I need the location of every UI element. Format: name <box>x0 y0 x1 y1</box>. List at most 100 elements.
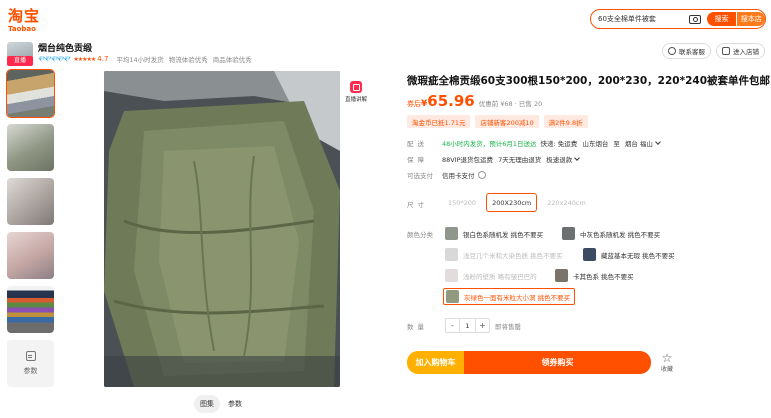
size-options: 150*200 200X230cm 220x240cm <box>443 193 596 212</box>
price-value: 65.96 <box>427 92 475 110</box>
coupon-tag[interactable]: 店铺新客200减10 <box>475 115 539 128</box>
size-option-selected[interactable]: 200X230cm <box>486 193 538 212</box>
guarantee-row: 保障 88VIP退货包运费 7天无理由退货 极速退款 <box>407 154 581 164</box>
chevron-down-icon[interactable] <box>655 139 661 145</box>
contact-service-label: 联系客服 <box>679 48 705 56</box>
shop-meta-shipping: 平均14小时发货 <box>116 56 164 64</box>
price-original-sold: 优惠前 ¥68 · 已售 20 <box>478 100 543 108</box>
params-icon <box>25 351 36 361</box>
live-badge[interactable]: 直播 <box>7 56 33 66</box>
color-swatch <box>583 248 596 261</box>
color-option-label: 灰绿色一面有米粒大小洞 挑色不要买 <box>464 293 571 302</box>
contact-service-button[interactable]: 联系客服 <box>662 43 711 59</box>
coupon-list: 淘金币已抵1.71元 店铺新客200减10 满2件9.8折 <box>407 115 593 128</box>
buy-with-coupon-button[interactable]: 领券购买 <box>464 351 651 374</box>
shipping-origin: 山东烟台 <box>582 140 609 148</box>
chevron-down-icon[interactable] <box>574 155 581 161</box>
payment-label: 可选支付 <box>407 172 433 180</box>
price-label: 券后 <box>407 100 421 108</box>
quantity-label: 数量 <box>407 322 428 331</box>
color-swatch <box>562 227 575 240</box>
enter-store-label: 进入店铺 <box>733 48 759 56</box>
size-row-label: 尺寸 <box>407 199 442 209</box>
color-option[interactable]: 中灰色系随机发 挑色不要买 <box>560 225 664 242</box>
info-icon[interactable] <box>477 171 486 179</box>
quantity-stepper: - 1 + <box>445 318 490 333</box>
quantity-plus-button[interactable]: + <box>476 319 489 332</box>
shop-actions: 联系客服 进入店铺 <box>662 43 770 59</box>
logo-text-en: Taobao <box>8 25 36 33</box>
search-store-button[interactable]: 搜本店 <box>737 12 766 26</box>
quantity-input[interactable]: 1 <box>459 319 476 332</box>
price-row: 券后 ¥ 65.96 优惠前 ¥68 · 已售 20 <box>407 92 542 110</box>
product-title: 微瑕疵全棉贡缎60支300根150*200，200*230，220*240被套单… <box>407 75 771 87</box>
camera-icon[interactable] <box>689 14 701 24</box>
shipping-to: 至 <box>613 140 620 148</box>
star-rating-icons: ★★★★★ <box>73 55 96 63</box>
thumbnail-list: 参数 <box>6 69 57 387</box>
color-option-disabled[interactable]: 浅粉的壁质 略有皱巴巴的 <box>443 267 541 284</box>
quantity-tip: 即将售罄 <box>495 322 521 331</box>
shipping-row: 配送 48小时内发货，预计6月1日送达 快递: 免运费 山东烟台 至 烟台 福山 <box>407 138 661 148</box>
shop-meta-logistics: 物流体验优秀 <box>168 56 208 64</box>
gallery-tabs: 图集 参数 <box>194 395 250 413</box>
add-to-cart-button[interactable]: 加入购物车 <box>407 351 464 374</box>
quantity-minus-button[interactable]: - <box>446 319 459 332</box>
params-thumbnail-label: 参数 <box>23 367 38 375</box>
shop-meta: 💎💎💎💎💎 ★★★★★ 4.7 平均14小时发货 物流体验优秀 商品体验优秀 <box>38 54 252 64</box>
color-swatch <box>445 269 458 282</box>
color-option-label: 藏蓝基本无瑕 挑色不要买 <box>601 251 675 260</box>
color-option[interactable]: 银白色系随机发 挑色不要买 <box>443 225 547 242</box>
shop-meta-product: 商品体验优秀 <box>212 56 252 64</box>
shipping-destination[interactable]: 烟台 福山 <box>625 138 653 148</box>
guarantee-label: 保障 <box>407 156 428 164</box>
guarantee-item: 88VIP退货包运费 <box>442 156 494 164</box>
color-option-selected[interactable]: 灰绿色一面有米粒大小洞 挑色不要买 <box>443 288 576 305</box>
live-explain-button[interactable]: 直播讲解 <box>343 81 369 103</box>
tab-params[interactable]: 参数 <box>222 395 248 413</box>
thumbnail-image[interactable] <box>6 69 55 118</box>
quantity-row: 数量 - 1 + 即将售罄 <box>407 318 521 333</box>
coupon-tag[interactable]: 满2件9.8折 <box>543 115 588 128</box>
thumbnail-image[interactable] <box>7 124 54 171</box>
color-swatch <box>555 269 568 282</box>
color-option-label: 中灰色系随机发 挑色不要买 <box>580 230 661 239</box>
search-button[interactable]: 搜索 <box>706 12 737 26</box>
enter-store-button[interactable]: 进入店铺 <box>716 43 765 59</box>
live-explain-label: 直播讲解 <box>344 97 367 103</box>
color-label: 颜色分类 <box>407 231 433 239</box>
color-option[interactable]: 藏蓝基本无瑕 挑色不要买 <box>581 246 679 263</box>
thumbnail-image[interactable] <box>7 232 54 279</box>
thumbnail-image[interactable] <box>7 286 54 333</box>
taobao-logo[interactable]: 淘宝 Taobao <box>8 8 40 33</box>
shipping-time: 48小时内发货，预计6月1日送达 <box>442 140 537 148</box>
live-icon <box>350 81 362 93</box>
size-option[interactable]: 220x240cm <box>542 193 591 212</box>
diamond-rating-icons: 💎💎💎💎💎 <box>38 55 71 63</box>
tab-image[interactable]: 图集 <box>194 395 220 413</box>
folded-duvet-cover-illustration <box>104 71 340 387</box>
size-label: 尺寸 <box>407 201 428 209</box>
coupon-tag[interactable]: 淘金币已抵1.71元 <box>407 115 471 128</box>
customer-service-icon <box>668 47 676 55</box>
shop-score: 4.7 <box>97 55 109 63</box>
color-swatch <box>445 248 458 261</box>
search-input[interactable] <box>598 15 686 23</box>
color-option-label: 卡其色系 挑色不要买 <box>573 272 634 281</box>
guarantee-item[interactable]: 极速退款 <box>546 154 572 164</box>
color-option-disabled[interactable]: 浅豆几个米和大染色质 挑色不要买 <box>443 246 567 263</box>
search-bar: 搜索 搜本店 <box>590 9 766 29</box>
shop-name[interactable]: 烟台纯色贡缎 <box>38 41 92 54</box>
size-option[interactable]: 150*200 <box>443 193 481 212</box>
color-option[interactable]: 卡其色系 挑色不要买 <box>553 267 638 284</box>
color-option-label: 银白色系随机发 挑色不要买 <box>463 230 544 239</box>
color-swatch <box>445 227 458 240</box>
color-option-label: 浅粉的壁质 略有皱巴巴的 <box>463 272 537 281</box>
params-thumbnail[interactable]: 参数 <box>7 340 54 387</box>
shipping-fee: 快递: 免运费 <box>540 140 578 148</box>
color-option-label: 浅豆几个米和大染色质 挑色不要买 <box>463 251 563 260</box>
main-product-image[interactable] <box>104 71 340 387</box>
favorite-button[interactable]: ☆ 收藏 <box>657 352 677 373</box>
guarantee-item: 7天无理由退货 <box>498 156 542 164</box>
thumbnail-image[interactable] <box>7 178 54 225</box>
